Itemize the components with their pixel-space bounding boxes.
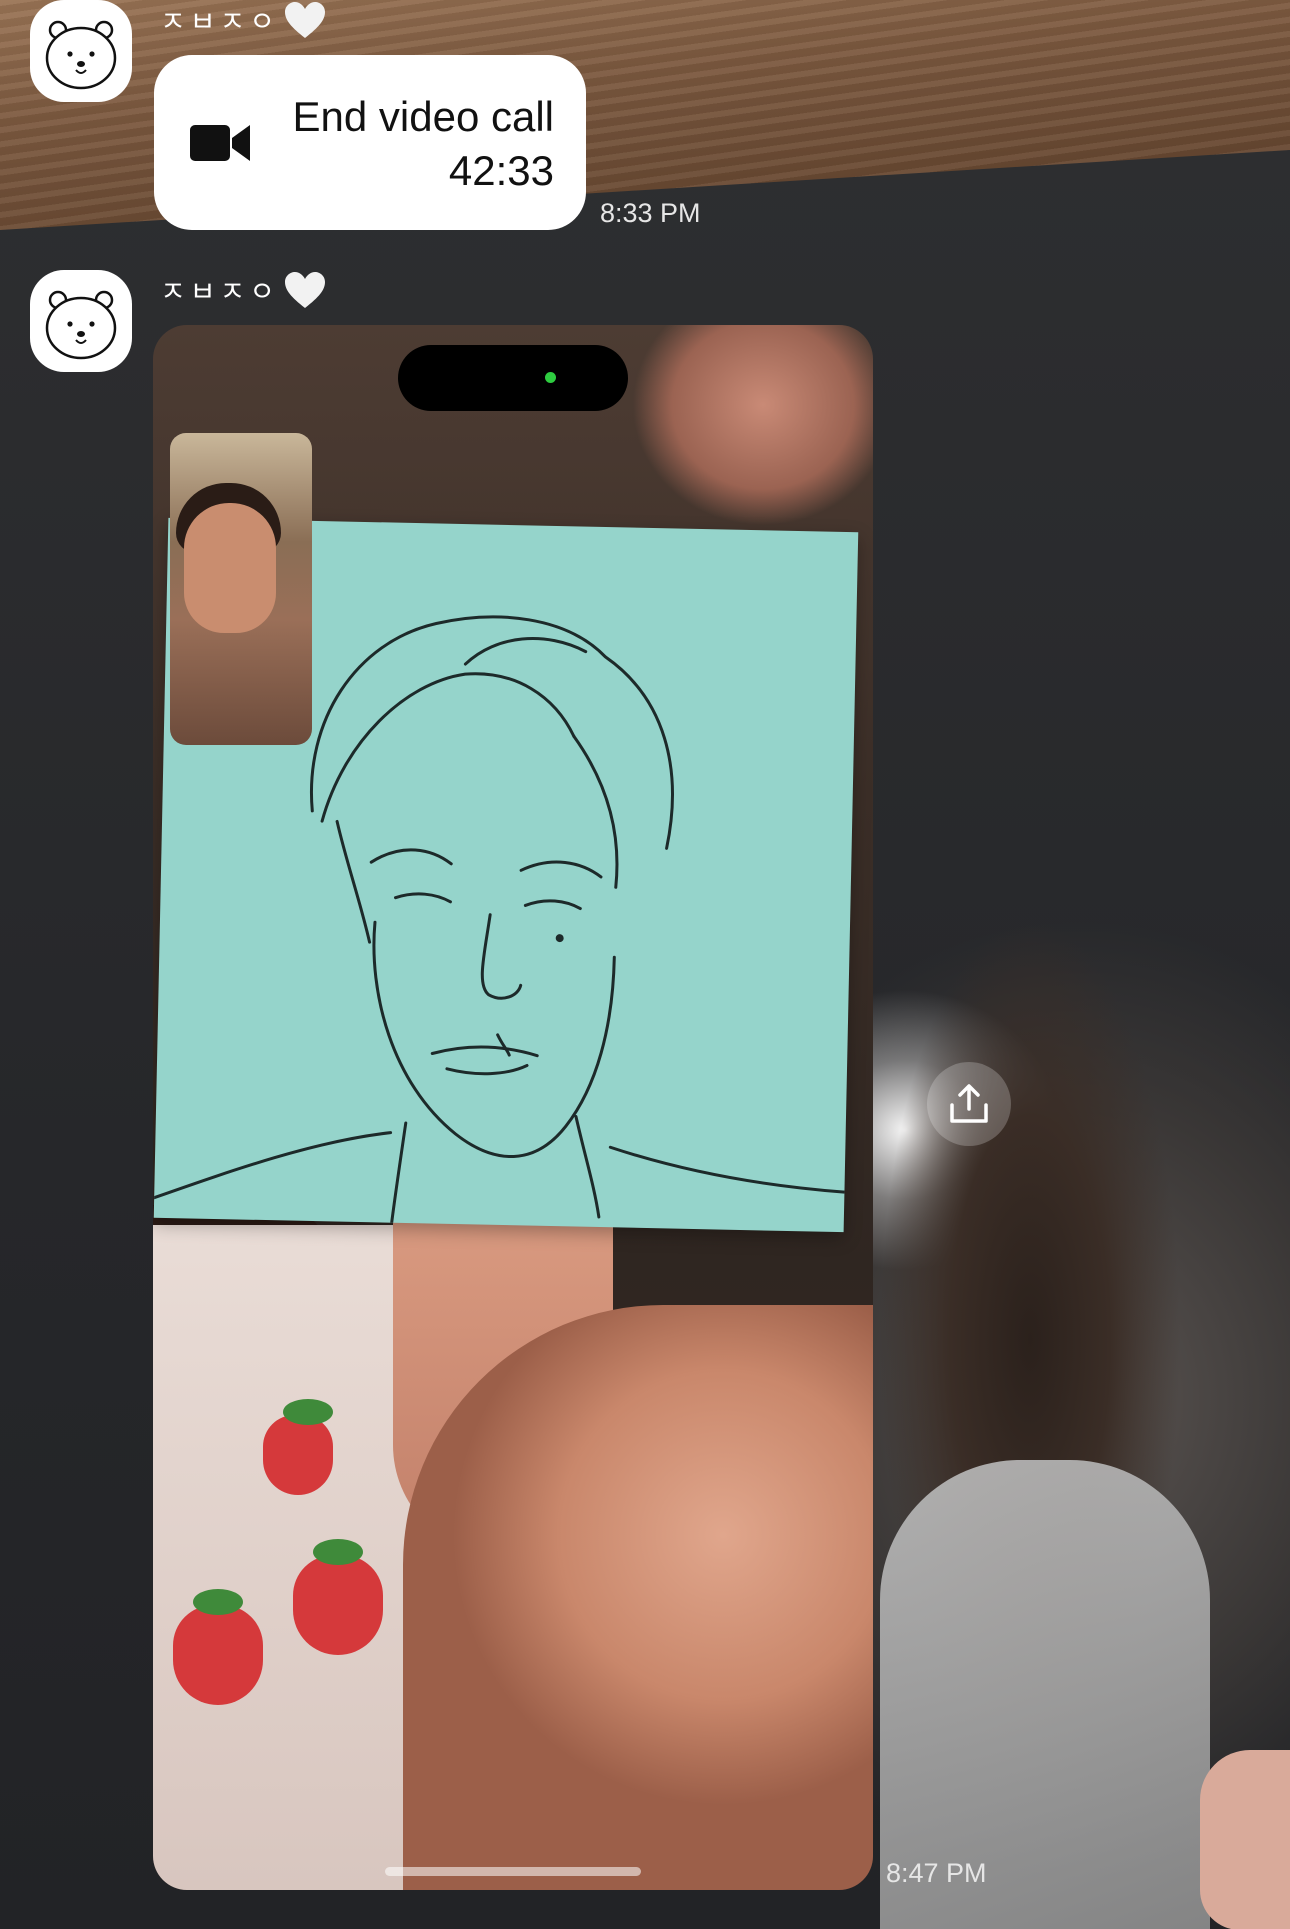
sender-name-row: ㅈㅂㅈㅇ — [160, 270, 327, 310]
sender-name: ㅈㅂㅈㅇ — [160, 276, 280, 307]
strawberry-graphic — [173, 1589, 263, 1705]
video-camera-icon — [190, 125, 250, 161]
sender-name-row: ㅈㅂㅈㅇ — [160, 0, 327, 40]
message-timestamp: 8:47 PM — [886, 1858, 987, 1888]
dynamic-island — [398, 345, 628, 411]
message-timestamp: 8:33 PM — [600, 198, 701, 228]
video-call-bubble[interactable]: End video call 42:33 — [154, 55, 586, 230]
facetime-self-view — [170, 433, 312, 745]
shared-photo-message[interactable] — [153, 325, 873, 1890]
call-status-label: End video call — [292, 93, 555, 140]
pip-face — [184, 503, 276, 633]
sender-name: ㅈㅂㅈㅇ — [160, 6, 280, 37]
call-duration: 42:33 — [448, 147, 554, 194]
bear-avatar-icon — [45, 290, 117, 360]
strawberry-graphic — [263, 1399, 333, 1495]
home-indicator — [385, 1867, 641, 1876]
wallpaper-hand — [1200, 1750, 1290, 1929]
white-heart-icon — [285, 2, 326, 38]
white-heart-icon — [285, 272, 326, 308]
camera-indicator-dot — [545, 372, 556, 383]
strawberry-graphic — [293, 1539, 383, 1655]
sender-avatar[interactable] — [30, 0, 132, 102]
sender-avatar[interactable] — [30, 270, 132, 372]
photo-knee — [403, 1305, 873, 1890]
share-icon — [950, 1084, 988, 1123]
bear-avatar-icon — [45, 20, 117, 90]
share-button[interactable] — [927, 1062, 1011, 1146]
